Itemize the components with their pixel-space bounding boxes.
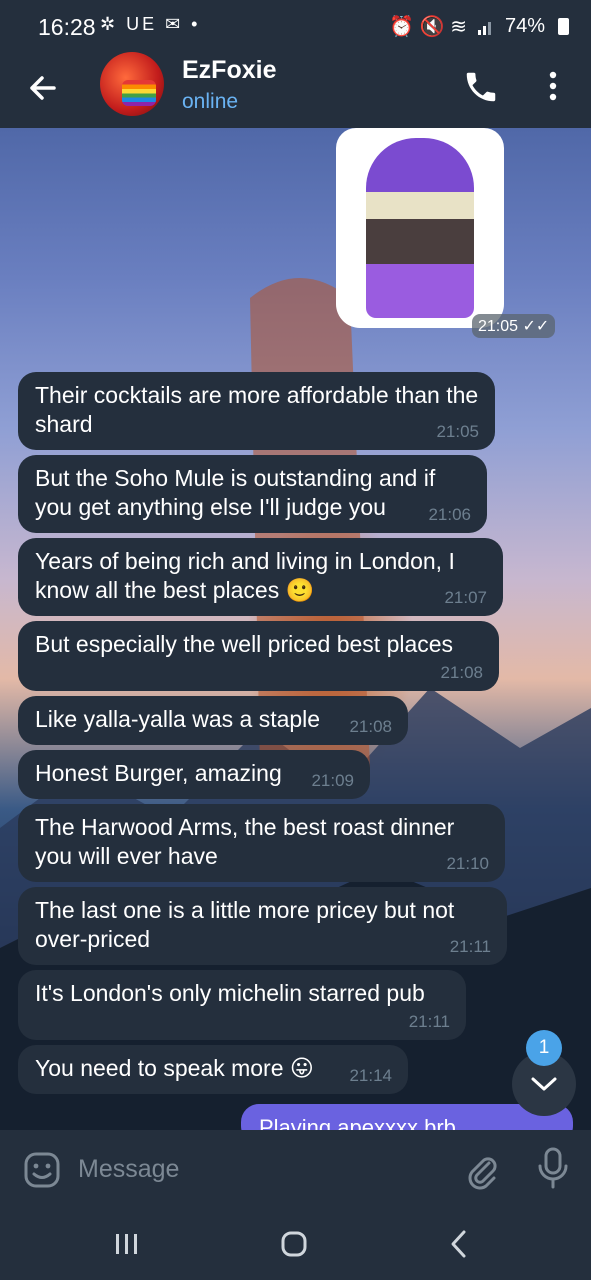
fox-sticker-image bbox=[366, 138, 474, 318]
phone-icon[interactable] bbox=[462, 68, 500, 106]
back-chevron-icon[interactable] bbox=[446, 1228, 472, 1260]
outgoing-text: Playing apexxxx brb bbox=[259, 1115, 456, 1131]
chevron-down-icon bbox=[531, 1077, 557, 1091]
status-bar: 16:28 ✲ UE ✉ • ⏰ 🔇 ≋ 74% bbox=[0, 0, 591, 52]
message-bubble[interactable]: But the Soho Mule is outstanding and if … bbox=[18, 455, 487, 533]
message-time: 21:09 bbox=[311, 771, 354, 790]
message-time: 21:06 bbox=[428, 505, 471, 524]
message-time: 21:07 bbox=[444, 588, 487, 607]
unread-badge: 1 bbox=[526, 1030, 562, 1066]
avatar-rainbow bbox=[122, 80, 156, 106]
emoji-icon[interactable] bbox=[22, 1150, 62, 1190]
message-text: Their cocktails are more affordable than… bbox=[35, 382, 479, 437]
message-bubble[interactable]: The Harwood Arms, the best roast dinner … bbox=[18, 804, 505, 882]
message-time: 21:11 bbox=[449, 937, 491, 956]
message-bubble[interactable]: Like yalla-yalla was a staple 21:08 bbox=[18, 696, 408, 745]
back-arrow-icon[interactable] bbox=[24, 68, 64, 108]
chat-header: EzFoxie online bbox=[0, 52, 591, 128]
system-icons: ⏰ 🔇 ≋ 74% bbox=[389, 14, 569, 39]
sticker-time: 21:05 ✓✓ bbox=[472, 314, 556, 338]
sticker-message[interactable] bbox=[336, 128, 504, 328]
message-bubble[interactable]: The last one is a little more pricey but… bbox=[18, 887, 507, 965]
message-composer bbox=[0, 1130, 591, 1206]
message-text: But especially the well priced best plac… bbox=[35, 631, 454, 657]
alarm-mute-wifi-icons: ⏰ 🔇 ≋ bbox=[389, 16, 467, 38]
message-text: Honest Burger, amazing bbox=[35, 760, 282, 786]
status-time: 16:28 bbox=[38, 14, 96, 40]
notification-icons: ✲ UE ✉ • bbox=[100, 14, 201, 34]
message-input[interactable] bbox=[76, 1148, 440, 1190]
message-time: 21:08 bbox=[349, 717, 392, 736]
home-icon[interactable] bbox=[280, 1230, 308, 1258]
microphone-icon[interactable] bbox=[536, 1146, 570, 1190]
more-vertical-icon[interactable] bbox=[538, 66, 568, 106]
message-bubble[interactable]: But especially the well priced best plac… bbox=[18, 621, 499, 691]
system-navigation-bar bbox=[0, 1206, 591, 1280]
battery-icon bbox=[558, 18, 569, 35]
message-time: 21:05 bbox=[436, 422, 479, 441]
message-time: 21:08 bbox=[440, 663, 483, 682]
recents-icon[interactable] bbox=[112, 1232, 142, 1256]
signal-icon bbox=[477, 18, 495, 36]
message-bubble[interactable]: You need to speak more 😛 21:14 bbox=[18, 1045, 408, 1094]
message-bubble[interactable]: Honest Burger, amazing 21:09 bbox=[18, 750, 370, 799]
message-time: 21:14 bbox=[349, 1066, 392, 1085]
message-text: Years of being rich and living in London… bbox=[35, 548, 455, 603]
battery-percent: 74% bbox=[504, 15, 545, 37]
message-time: 21:11 bbox=[408, 1012, 450, 1031]
message-bubble[interactable]: It's London's only michelin starred pub … bbox=[18, 970, 466, 1040]
paperclip-icon[interactable] bbox=[462, 1150, 502, 1190]
message-text: It's London's only michelin starred pub bbox=[35, 980, 425, 1006]
message-text: The Harwood Arms, the best roast dinner … bbox=[35, 814, 455, 869]
message-bubble[interactable]: Their cocktails are more affordable than… bbox=[18, 372, 495, 450]
message-text: But the Soho Mule is outstanding and if … bbox=[35, 465, 436, 520]
contact-name[interactable]: EzFoxie bbox=[182, 56, 276, 85]
message-text: Like yalla-yalla was a staple bbox=[35, 706, 321, 732]
contact-status: online bbox=[182, 90, 239, 113]
message-text: You need to speak more 😛 bbox=[35, 1055, 314, 1081]
message-bubble[interactable]: Years of being rich and living in London… bbox=[18, 538, 503, 616]
message-time: 21:10 bbox=[446, 854, 489, 873]
message-text: The last one is a little more pricey but… bbox=[35, 897, 455, 952]
chat-area[interactable]: 21:05 ✓✓ Their cocktails are more afford… bbox=[0, 128, 591, 1130]
avatar[interactable] bbox=[100, 52, 164, 116]
